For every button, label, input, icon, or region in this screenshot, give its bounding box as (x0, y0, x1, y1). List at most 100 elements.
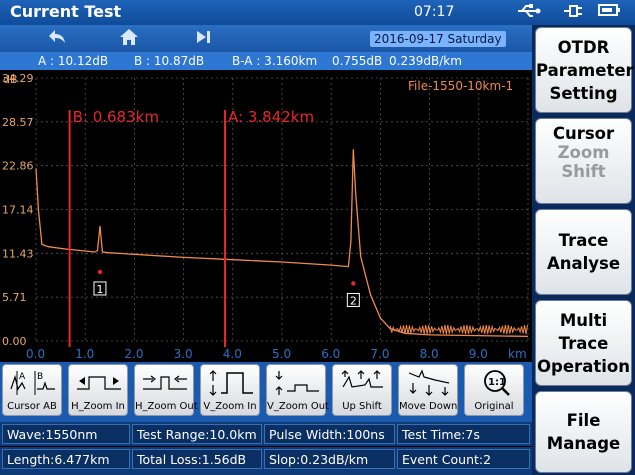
up-shift-icon (341, 370, 383, 388)
y-tick-label: 11.43 (2, 247, 34, 260)
otdr-parameter-setting-button[interactable]: OTDR Parameter Setting (535, 27, 634, 113)
y-tick-label: 22.86 (2, 160, 34, 173)
original-ratio-text: 1:1 (488, 377, 506, 388)
battery-icon (597, 3, 621, 21)
up-shift-button[interactable]: Up Shift (332, 364, 392, 416)
h-zoom-out-button[interactable]: H_Zoom Out (134, 364, 198, 416)
slope-status: Slop:0.23dB/km (264, 449, 395, 469)
b-a-rate: 0.239dB/km (389, 54, 462, 68)
cursor-info-bar: A : 10.12dB B : 10.87dB B-A : 3.160km 0.… (0, 52, 532, 70)
cursor-a-label: A: 3.842km (228, 108, 314, 126)
y-tick-label: 17.14 (2, 204, 34, 217)
cursor-ab-label: Cursor AB (7, 401, 57, 412)
x-tick-label: 5.0 (272, 347, 291, 360)
h-zoom-out-label: H_Zoom Out (135, 401, 198, 412)
y-tick-label: 0.00 (2, 335, 27, 348)
x-tick-label: 3.0 (174, 347, 193, 360)
v-zoom-out-label: V_Zoom Out (267, 401, 329, 412)
v-zoom-in-icon (209, 370, 253, 396)
otdr-label-line3: Setting (549, 84, 618, 103)
up-shift-label: Up Shift (342, 401, 382, 412)
x-tick-label: 2.0 (124, 347, 143, 360)
toolbar: AB Cursor AB H_Zoom In H_Zoom Out V_Zoom… (0, 362, 532, 422)
event-count-status: Event Count:2 (397, 449, 530, 469)
trace-analyse-line2: Analyse (546, 254, 621, 273)
h-zoom-out-icon (143, 375, 187, 390)
length-status: Length:6.477km (2, 449, 130, 469)
test-time-status: Test Time:7s (397, 424, 530, 444)
x-tick-label: 0.0 (26, 347, 45, 360)
cursor-b-value: B : 10.87dB (134, 54, 205, 68)
cursor-zoom-shift-button[interactable]: Cursor Zoom Shift (535, 118, 632, 204)
title-bar: Current Test 07:17 (0, 0, 635, 25)
svg-text:B: B (37, 372, 43, 382)
cursor-a-value: A : 10.12dB (38, 54, 109, 68)
otdr-trace-plot[interactable]: 34.29 28.57 22.86 17.14 11.43 5.71 0.00 0.0 1.0 2… (0, 70, 532, 361)
skip-forward-icon[interactable] (194, 28, 214, 50)
move-down-button[interactable]: Move Down (398, 364, 458, 416)
event-label: 1 (96, 283, 103, 296)
svg-text:A: A (19, 372, 26, 382)
cursor-ab-button[interactable]: AB Cursor AB (2, 364, 62, 416)
y-axis-unit: dB (3, 73, 18, 86)
trace-file-label: File-1550-10km-1 (408, 79, 513, 93)
pulse-width-status: Pulse Width:100ns (264, 424, 395, 444)
file-label-line2: Manage (546, 434, 621, 453)
cursor-label: Cursor (552, 124, 615, 143)
back-arrow-icon[interactable] (45, 28, 67, 50)
event-marker (97, 269, 103, 275)
multi-label-line3: Operation (537, 357, 630, 376)
x-tick-label: 7.0 (370, 347, 389, 360)
date-display: 2016-09-17 Saturday (370, 31, 506, 47)
test-range-status: Test Range:10.0km (132, 424, 262, 444)
nav-bar: 2016-09-17 Saturday (0, 25, 532, 52)
event-marker (351, 281, 356, 286)
h-zoom-in-icon (77, 376, 121, 390)
trace-noise-tail (389, 324, 528, 335)
h-zoom-in-button[interactable]: H_Zoom In (68, 364, 128, 416)
trace-analyse-line1: Trace (558, 231, 609, 250)
cursor-b-label: B: 0.683km (73, 108, 159, 126)
v-zoom-out-icon (275, 371, 319, 395)
cursor-ab-icon: AB (10, 371, 55, 395)
total-loss-status: Total Loss:1.56dB (132, 449, 262, 469)
y-tick-label: 28.57 (2, 116, 34, 129)
clock: 07:17 (414, 4, 455, 20)
trace-chart[interactable]: 34.2928.5722.8617.1411.435.710.000.0 1.0 2… (0, 70, 532, 361)
x-tick-label: 4.0 (223, 347, 242, 360)
right-menu: OTDR Parameter Setting Cursor Zoom Shift… (532, 25, 635, 475)
x-tick-label: 8.0 (420, 347, 439, 360)
multi-label-line2: Trace (558, 334, 609, 353)
x-tick-label: 1.0 (75, 347, 94, 360)
x-axis-unit: km (508, 347, 527, 360)
y-tick-label: 5.71 (2, 291, 27, 304)
event-label: 2 (350, 294, 357, 307)
x-tick-label: 6.0 (321, 347, 340, 360)
trace-analyse-button[interactable]: Trace Analyse (535, 209, 632, 295)
file-manage-button[interactable]: File Manage (535, 391, 632, 473)
h-zoom-in-label: H_Zoom In (71, 401, 125, 412)
v-zoom-out-button[interactable]: V_Zoom Out (266, 364, 329, 416)
multi-label-line1: Multi (559, 311, 608, 330)
home-icon[interactable] (118, 28, 140, 50)
file-label-line1: File (566, 411, 601, 430)
original-label: Original (474, 401, 514, 412)
multi-trace-operation-button[interactable]: Multi Trace Operation (535, 300, 632, 386)
shift-label: Shift (561, 162, 606, 181)
magnifier-icon: 1:1 (484, 370, 510, 396)
plug-icon (562, 3, 584, 23)
status-row-2: Length:6.477km Total Loss:1.56dB Slop:0.… (0, 447, 532, 475)
b-a-loss: 0.755dB (332, 54, 383, 68)
v-zoom-in-button[interactable]: V_Zoom In (200, 364, 260, 416)
otdr-label-line2: Parameter (536, 61, 634, 80)
window-title: Current Test (10, 2, 122, 21)
b-a-distance: B-A : 3.160km (232, 54, 318, 68)
wavelength-status: Wave:1550nm (2, 424, 130, 444)
x-tick-label: 9.0 (469, 347, 488, 360)
v-zoom-in-label: V_Zoom In (203, 401, 257, 412)
otdr-label-line1: OTDR (557, 38, 610, 57)
original-button[interactable]: 1:1 Original (464, 364, 524, 416)
usb-icon (516, 3, 542, 23)
status-row-1: Wave:1550nm Test Range:10.0km Pulse Widt… (0, 422, 532, 446)
zoom-label: Zoom (557, 143, 610, 162)
